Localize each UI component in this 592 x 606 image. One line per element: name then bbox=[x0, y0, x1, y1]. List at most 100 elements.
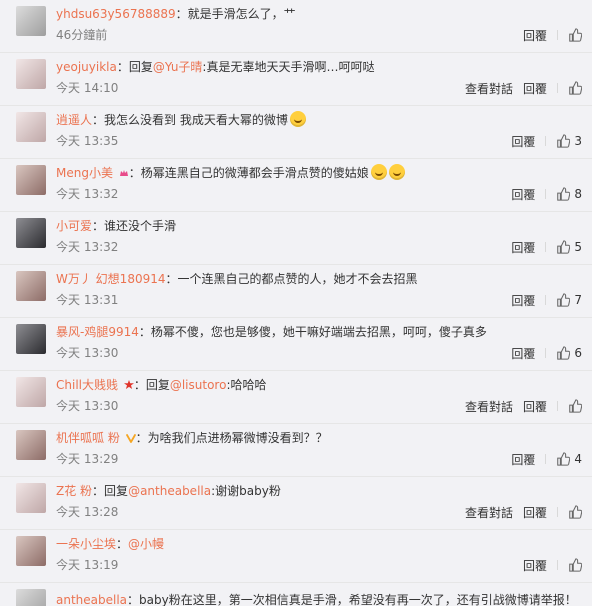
comment-text: 一朵小尘埃：@小幔 bbox=[56, 535, 582, 553]
avatar[interactable] bbox=[16, 6, 46, 36]
comment-body: ：回复 bbox=[133, 378, 170, 392]
like-button[interactable] bbox=[568, 81, 582, 95]
comment-actions: 回覆 bbox=[523, 557, 582, 573]
comment-body: ：我怎么没看到 我成天看大幂的微博 bbox=[92, 113, 288, 127]
timestamp: 今天 13:29 bbox=[56, 452, 119, 466]
comment-body: ：baby粉在这里，第一次相信真是手滑，希望没有再一次了，还有引战微博请举报！ bbox=[127, 593, 577, 606]
avatar[interactable] bbox=[16, 165, 46, 195]
avatar[interactable] bbox=[16, 377, 46, 407]
reply-button[interactable]: 回覆 bbox=[511, 133, 535, 150]
like-count: 5 bbox=[574, 240, 582, 254]
like-button[interactable]: 7 bbox=[556, 293, 582, 307]
comment-body: ：回复 bbox=[116, 60, 153, 74]
username-link[interactable]: antheabella bbox=[56, 593, 127, 606]
like-count: 7 bbox=[574, 293, 582, 307]
comment-actions: 查看對話 回覆 bbox=[465, 398, 582, 414]
comment-text: 暴风-鸡腿9914：杨幂不傻，您也是够傻，她干嘛好端端去招黑，呵呵，傻子真多 bbox=[56, 323, 582, 341]
reply-button[interactable]: 回覆 bbox=[511, 451, 535, 468]
thumb-up-icon bbox=[557, 187, 571, 201]
reply-button[interactable]: 回覆 bbox=[523, 557, 547, 574]
comment-item: W万丿 幻想180914：一个连黑自己的都点赞的人，她才不会去招黑 今天 13:… bbox=[0, 265, 592, 318]
laugh-emoji-icon bbox=[388, 164, 405, 180]
reply-button[interactable]: 回覆 bbox=[511, 186, 535, 203]
mention-link[interactable]: @Yu子晴 bbox=[153, 60, 203, 74]
username-link[interactable]: yhdsu63y56788889 bbox=[56, 7, 176, 21]
avatar[interactable] bbox=[16, 430, 46, 460]
comment-text: 逍遥人：我怎么没看到 我成天看大幂的微博 bbox=[56, 111, 582, 129]
comment-item: yeojuyikla：回复@Yu子晴:真是无辜地天天手滑啊…呵呵哒 今天 14:… bbox=[0, 53, 592, 106]
username-link[interactable]: 小可爱 bbox=[56, 219, 92, 233]
like-count: 8 bbox=[574, 187, 582, 201]
like-button[interactable] bbox=[568, 399, 582, 413]
mention-link[interactable]: @lisutoro bbox=[170, 378, 227, 392]
reply-button[interactable]: 回覆 bbox=[523, 504, 547, 521]
reply-button[interactable]: 回覆 bbox=[511, 345, 535, 362]
action-divider bbox=[545, 136, 547, 146]
like-button[interactable] bbox=[568, 505, 582, 519]
username-link[interactable]: Z花 粉 bbox=[56, 484, 92, 498]
comment-item: Meng小美 ：杨幂连黑自己的微薄都会手滑点赞的傻姑娘 今天 13:32 回覆 … bbox=[0, 159, 592, 212]
reply-button[interactable]: 回覆 bbox=[523, 27, 547, 44]
comment-text: Chill大贱贱 ：回复@lisutoro:哈哈哈 bbox=[56, 376, 582, 394]
username-link[interactable]: 逍遥人 bbox=[56, 113, 92, 127]
comment-body: :真是无辜地天天手滑啊…呵呵哒 bbox=[202, 60, 375, 74]
thumb-up-icon bbox=[569, 505, 582, 519]
reply-button[interactable]: 回覆 bbox=[523, 80, 547, 97]
reply-button[interactable]: 回覆 bbox=[511, 292, 535, 309]
comment-item: 机伴呱呱 粉 ：为啥我们点进杨幂微博没看到？？ 今天 13:29 回覆 4 bbox=[0, 424, 592, 477]
like-button[interactable] bbox=[568, 28, 582, 42]
timestamp: 今天 13:32 bbox=[56, 240, 119, 254]
reply-button[interactable]: 回覆 bbox=[523, 398, 547, 415]
comment-list: yhdsu63y56788889：就是手滑怎么了，艹 46分鐘前 回覆 yeoj… bbox=[0, 0, 592, 606]
timestamp: 46分鐘前 bbox=[56, 28, 108, 42]
comment-actions: 查看對話 回覆 bbox=[465, 80, 582, 96]
like-count: 6 bbox=[574, 346, 582, 360]
username-link[interactable]: Chill大贱贱 bbox=[56, 378, 118, 392]
avatar[interactable] bbox=[16, 218, 46, 248]
view-conversation-button[interactable]: 查看對話 bbox=[465, 398, 513, 415]
avatar[interactable] bbox=[16, 112, 46, 142]
timestamp: 今天 13:30 bbox=[56, 346, 119, 360]
avatar[interactable] bbox=[16, 589, 46, 606]
comment-text: Meng小美 ：杨幂连黑自己的微薄都会手滑点赞的傻姑娘 bbox=[56, 164, 582, 182]
comment-text: 机伴呱呱 粉 ：为啥我们点进杨幂微博没看到？？ bbox=[56, 429, 582, 447]
thumb-up-icon bbox=[557, 452, 571, 466]
comment-text: yhdsu63y56788889：就是手滑怎么了，艹 bbox=[56, 5, 582, 23]
comment-item: yhdsu63y56788889：就是手滑怎么了，艹 46分鐘前 回覆 bbox=[0, 0, 592, 53]
comment-text: antheabella：baby粉在这里，第一次相信真是手滑，希望没有再一次了，… bbox=[56, 591, 582, 606]
avatar[interactable] bbox=[16, 536, 46, 566]
action-divider bbox=[557, 560, 558, 570]
avatar[interactable] bbox=[16, 59, 46, 89]
like-button[interactable] bbox=[568, 558, 582, 572]
username-link[interactable]: 暴风-鸡腿9914 bbox=[56, 325, 139, 339]
like-button[interactable]: 8 bbox=[556, 187, 582, 201]
like-button[interactable]: 3 bbox=[556, 134, 582, 148]
avatar[interactable] bbox=[16, 324, 46, 354]
thumb-up-icon bbox=[569, 558, 582, 572]
username-link[interactable]: W万丿 幻想180914 bbox=[56, 272, 166, 286]
comment-body: ：为啥我们点进杨幂微博没看到？？ bbox=[135, 431, 328, 445]
mention-link[interactable]: @antheabella bbox=[128, 484, 211, 498]
comment-body: :谢谢baby粉 bbox=[211, 484, 281, 498]
comment-text: 小可爱：谁还没个手滑 bbox=[56, 217, 582, 235]
timestamp: 今天 13:28 bbox=[56, 505, 119, 519]
like-button[interactable]: 6 bbox=[556, 346, 582, 360]
avatar[interactable] bbox=[16, 271, 46, 301]
reply-button[interactable]: 回覆 bbox=[511, 239, 535, 256]
comment-body: ：杨幂不傻，您也是够傻，她干嘛好端端去招黑，呵呵，傻子真多 bbox=[138, 325, 487, 339]
username-link[interactable]: 机伴呱呱 粉 bbox=[56, 431, 120, 445]
comment-actions: 回覆 6 bbox=[511, 345, 582, 361]
laugh-emoji-icon bbox=[370, 164, 387, 180]
comment-item: Chill大贱贱 ：回复@lisutoro:哈哈哈 今天 13:30 查看對話 … bbox=[0, 371, 592, 424]
comment-actions: 回覆 3 bbox=[511, 133, 582, 149]
like-button[interactable]: 4 bbox=[556, 452, 582, 466]
username-link[interactable]: Meng小美 bbox=[56, 166, 113, 180]
username-link[interactable]: 一朵小尘埃 bbox=[56, 537, 116, 551]
username-link[interactable]: yeojuyikla bbox=[56, 60, 117, 74]
comment-actions: 回覆 8 bbox=[511, 186, 582, 202]
view-conversation-button[interactable]: 查看對話 bbox=[465, 504, 513, 521]
view-conversation-button[interactable]: 查看對話 bbox=[465, 80, 513, 97]
avatar[interactable] bbox=[16, 483, 46, 513]
mention-link[interactable]: @小幔 bbox=[128, 537, 164, 551]
like-button[interactable]: 5 bbox=[556, 240, 582, 254]
